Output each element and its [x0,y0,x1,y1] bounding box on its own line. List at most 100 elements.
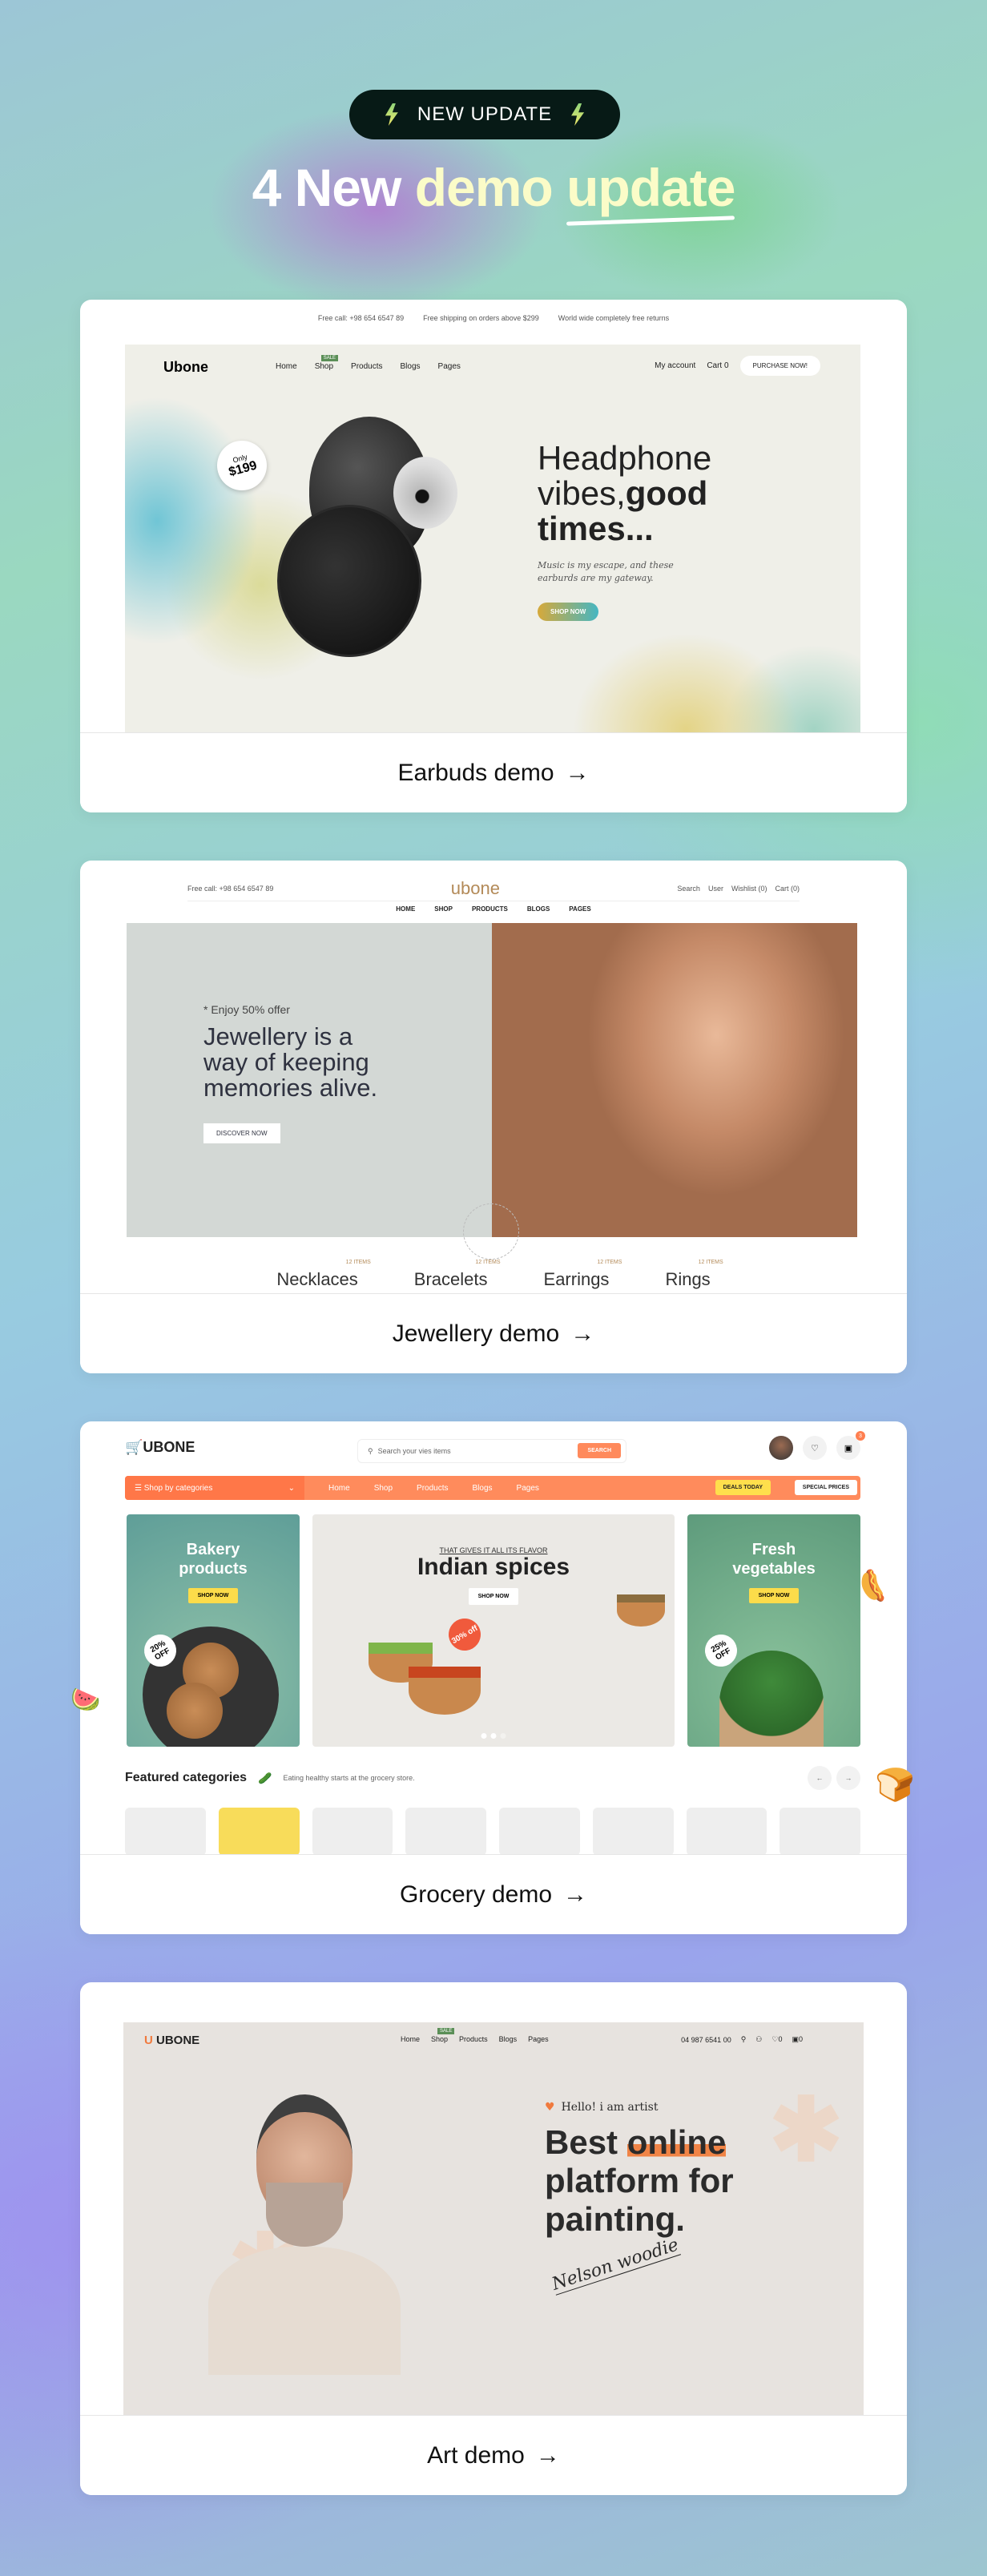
arrow-right-icon: → [844,1774,852,1782]
nav-blogs[interactable]: Blogs [499,2035,518,2043]
art-demo-link[interactable]: Art demo → [80,2415,907,2495]
category-bracelets[interactable]: 12 ITEMS Bracelets [414,1260,501,1290]
cart-link[interactable]: Cart 0 [707,361,728,370]
sale-tag: SALE [320,355,339,361]
headline-highlight: demo [414,158,554,217]
category-tile[interactable] [405,1808,486,1854]
phone: Free call: +98 654 6547 89 [187,885,274,893]
headline-underlined: update [566,158,735,217]
topbar-call: Free call: +98 654 6547 89 [317,314,405,322]
jewellery-hero: * Enjoy 50% offer Jewellery is a way of … [127,923,857,1260]
nav-home[interactable]: Home [401,2035,420,2043]
shop-by-categories-dropdown[interactable]: ☰ Shop by categories ⌄ [125,1476,304,1500]
wishlist-link[interactable]: ♡0 [771,2035,782,2044]
spices-banner[interactable]: THAT GIVES IT ALL ITS FLAVOR Indian spic… [312,1514,675,1747]
category-necklaces[interactable]: 12 ITEMS Necklaces [276,1260,370,1290]
art-demo-card[interactable]: U UBONE Home SALE Shop Products Blogs Pag… [80,1982,907,2495]
special-prices-button[interactable]: SPECIAL PRICES [794,1480,857,1495]
cart-link[interactable]: ▣0 [792,2035,803,2044]
shop-now-button[interactable]: SHOP NOW [187,1588,239,1603]
carousel-dots[interactable] [481,1733,506,1739]
search-button[interactable]: SEARCH [578,1443,621,1458]
category-tile[interactable] [780,1808,860,1854]
logo[interactable]: Ubone [163,359,208,376]
logo[interactable]: 🛒UBONE [125,1439,195,1456]
nav-blogs[interactable]: Blogs [473,1484,493,1493]
nav-blogs[interactable]: BLOGS [527,905,550,913]
search-input[interactable]: ⚲ Search your vies items SEARCH [357,1439,626,1463]
avatar[interactable] [769,1436,793,1460]
grocery-demo-link[interactable]: Grocery demo → [80,1854,907,1934]
vegetables-image [719,1651,824,1747]
category-earrings[interactable]: 12 ITEMS Earrings [544,1260,622,1290]
jewellery-demo-link[interactable]: Jewellery demo → [80,1293,907,1373]
arrow-right-icon: → [565,759,590,786]
grocery-demo-card[interactable]: 🛒UBONE ⚲ Search your vies items SEARCH ♡… [80,1421,907,1934]
user-icon[interactable]: ⚇ [755,2035,762,2044]
banner-title: Indian spices [417,1554,570,1580]
wishlist-button[interactable]: ♡ [803,1436,827,1460]
section-title: Featured categories [125,1771,248,1784]
jewellery-demo-card[interactable]: Free call: +98 654 6547 89 ubone Search … [80,861,907,1373]
nav-shop[interactable]: SALE Shop [315,355,339,371]
nav-home[interactable]: HOME [396,905,415,913]
next-button[interactable]: → [836,1766,860,1790]
shop-now-button[interactable]: SHOP NOW [538,603,599,621]
bakery-banner[interactable]: Bakery products SHOP NOW 20% OFF [127,1514,300,1747]
arrow-left-icon: ← [816,1774,824,1782]
main-nav: Home SALE Shop Products Blogs Pages [276,355,461,371]
prev-button[interactable]: ← [808,1766,832,1790]
nav-home[interactable]: Home [328,1484,350,1493]
discover-now-button[interactable]: DISCOVER NOW [203,1123,280,1143]
user-link[interactable]: User [708,885,723,893]
nav-pages[interactable]: Pages [528,2035,549,2043]
deals-today-button[interactable]: DEALS TODAY [715,1480,771,1495]
search-placeholder: Search your vies items [377,1447,451,1455]
earbuds-demo-link[interactable]: Earbuds demo → [80,732,907,812]
demo-label: Jewellery demo [392,1320,560,1347]
nav-shop[interactable]: SHOP [434,905,453,913]
section-subtitle: Eating healthy starts at the grocery sto… [283,1774,415,1782]
art-preview: U UBONE Home SALE Shop Products Blogs Pag… [80,1982,907,2415]
nav-products[interactable]: Products [351,362,382,371]
category-tile[interactable] [499,1808,580,1854]
shop-now-button[interactable]: SHOP NOW [468,1588,519,1605]
nav-products[interactable]: Products [417,1484,448,1493]
nav-shop[interactable]: SALE Shop [431,2028,455,2043]
category-tile[interactable] [218,1808,300,1854]
logo[interactable]: ubone [451,878,500,899]
nav-pages[interactable]: Pages [438,362,461,371]
category-tile[interactable] [592,1808,674,1854]
artist-portrait [208,2094,401,2375]
category-tile[interactable] [125,1808,206,1854]
nav-shop[interactable]: Shop [374,1484,393,1493]
watermelon-icon: 🍉 [70,1687,101,1713]
earbuds-demo-card[interactable]: Free call: +98 654 6547 89 Free shipping… [80,300,907,812]
search-link[interactable]: Search [677,885,700,893]
category-tile[interactable] [686,1808,767,1854]
nav-products[interactable]: PRODUCTS [472,905,508,913]
account-link[interactable]: My account [655,361,695,370]
grocery-preview: 🛒UBONE ⚲ Search your vies items SEARCH ♡… [80,1421,907,1854]
logo[interactable]: U UBONE [144,2034,199,2047]
shop-now-button[interactable]: SHOP NOW [748,1588,800,1603]
category-rings[interactable]: 12 ITEMS Rings [665,1260,723,1290]
earbuds-hero: Ubone Home SALE Shop Products Blogs Pages… [125,345,860,732]
badge-label: NEW UPDATE [417,103,553,125]
topbar-returns: World wide completely free returns [558,314,670,322]
purchase-button[interactable]: PURCHASE NOW! [739,356,820,376]
wishlist-link[interactable]: Wishlist (0) [731,885,767,893]
category-tile[interactable] [312,1808,393,1854]
cart-button[interactable]: ▣ 3 [836,1431,865,1460]
cart-link[interactable]: Cart (0) [775,885,800,893]
header-actions: ♡ ▣ 3 [769,1431,865,1460]
search-icon[interactable]: ⚲ [741,2035,747,2044]
nav-pages[interactable]: PAGES [569,905,590,913]
hero-copy: * Enjoy 50% offer Jewellery is a way of … [203,1003,396,1143]
nav-products[interactable]: Products [459,2035,488,2043]
nav-blogs[interactable]: Blogs [401,362,421,371]
nav-home[interactable]: Home [276,362,297,371]
vegetables-banner[interactable]: Fresh vegetables SHOP NOW 25% OFF [687,1514,860,1747]
nav-pages[interactable]: Pages [517,1484,539,1493]
hero-heading: Headphone vibes,good times... [538,439,712,547]
